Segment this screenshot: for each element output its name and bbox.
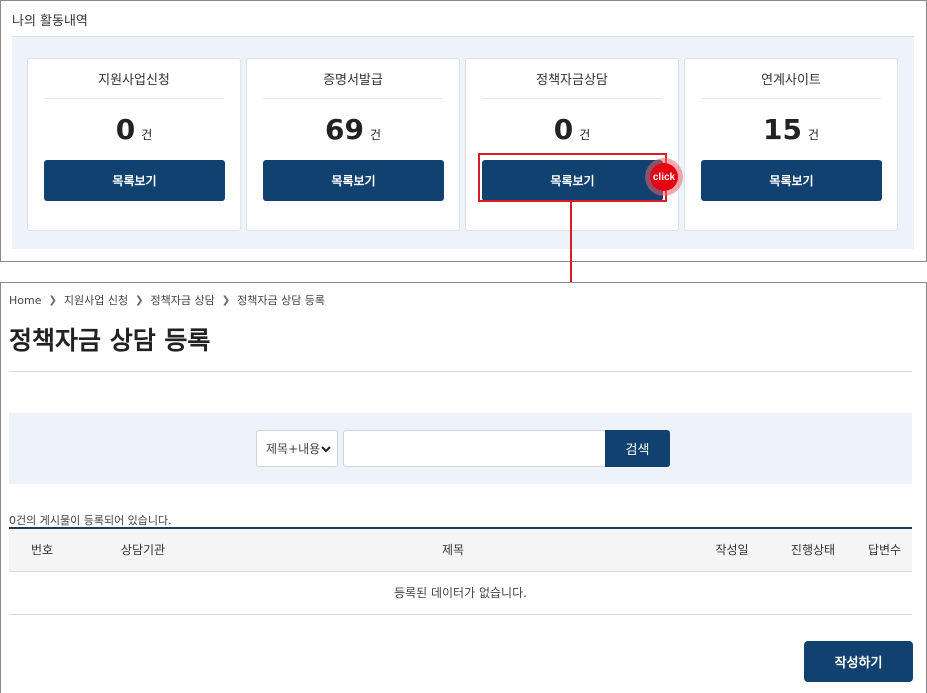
card-certificate: 증명서발급 69 건 목록보기 xyxy=(246,58,460,231)
card-count-number: 69 xyxy=(324,113,364,146)
search-input[interactable] xyxy=(343,430,606,467)
column-header-number: 번호 xyxy=(30,543,54,557)
breadcrumb-support-application[interactable]: 지원사업 신청 xyxy=(64,292,128,308)
search-type-value: 제목+내용 xyxy=(266,442,321,456)
chevron-down-icon xyxy=(321,446,331,453)
table-header: 번호 상담기관 제목 작성일 진행상태 답변수 xyxy=(9,527,912,572)
chevron-right-icon: ❯ xyxy=(48,294,57,306)
column-header-answers: 답변수 xyxy=(867,543,902,557)
search-type-select[interactable]: 제목+내용 xyxy=(256,430,338,467)
chevron-right-icon: ❯ xyxy=(221,294,231,306)
card-title: 연계사이트 xyxy=(701,69,881,99)
breadcrumb: Home ❯ 지원사업 신청 ❯ 정책자금 상담 ❯ 정책자금 상담 등록 xyxy=(9,292,325,308)
post-count-text: 0건의 게시물이 등록되어 있습니다. xyxy=(9,514,172,527)
card-count-number: 15 xyxy=(762,113,802,146)
card-count: 69 건 xyxy=(247,113,459,146)
column-header-institution: 상담기관 xyxy=(120,543,166,557)
column-header-title: 제목 xyxy=(441,543,465,557)
card-list-button[interactable]: 목록보기 xyxy=(701,160,882,201)
consult-table: 번호 상담기관 제목 작성일 진행상태 답변수 등록된 데이터가 없습니다. xyxy=(9,527,912,615)
activity-panel: 나의 활동내역 지원사업신청 0건 목록보기 증명서발급 69 건 목록보기 정책… xyxy=(0,0,927,262)
card-title: 지원사업신청 xyxy=(44,69,224,99)
search-button[interactable]: 검색 xyxy=(605,430,670,467)
breadcrumb-home[interactable]: Home xyxy=(9,294,41,307)
title-divider xyxy=(9,371,912,372)
card-title: 증명서발급 xyxy=(263,69,443,99)
consult-register-page: Home ❯ 지원사업 신청 ❯ 정책자금 상담 ❯ 정책자금 상담 등록 정책… xyxy=(0,282,927,693)
column-header-date: 작성일 xyxy=(715,543,749,557)
click-indicator: click xyxy=(650,163,678,191)
activity-cards-area: 지원사업신청 0건 목록보기 증명서발급 69 건 목록보기 정책자금상담 0건 … xyxy=(12,36,914,249)
card-count: 0건 xyxy=(466,113,678,146)
card-count-number: 0 xyxy=(115,113,136,146)
card-list-button[interactable]: 목록보기 xyxy=(482,160,663,201)
card-count-unit: 건 xyxy=(141,128,153,142)
card-policy-fund-consult: 정책자금상담 0건 목록보기 xyxy=(465,58,679,231)
table-empty-message: 등록된 데이터가 없습니다. xyxy=(9,572,912,615)
search-box: 제목+내용 검색 xyxy=(9,413,912,484)
card-linked-sites: 연계사이트 15 건 목록보기 xyxy=(684,58,898,231)
card-count-number: 0 xyxy=(553,113,574,146)
card-count: 15 건 xyxy=(685,113,897,146)
write-button[interactable]: 작성하기 xyxy=(804,641,913,682)
chevron-right-icon: ❯ xyxy=(135,294,144,306)
breadcrumb-policy-fund-consult[interactable]: 정책자금 상담 xyxy=(150,292,214,308)
breadcrumb-current: 정책자금 상담 등록 xyxy=(237,294,326,307)
column-header-status: 진행상태 xyxy=(790,543,836,557)
card-list-button[interactable]: 목록보기 xyxy=(263,160,444,201)
card-list-button[interactable]: 목록보기 xyxy=(44,160,225,201)
page-title: 정책자금 상담 등록 xyxy=(9,326,211,355)
card-count-unit: 건 xyxy=(807,128,819,142)
card-support-application: 지원사업신청 0건 목록보기 xyxy=(27,58,241,231)
card-title: 정책자금상담 xyxy=(482,69,662,99)
card-count-unit: 건 xyxy=(579,128,591,142)
card-count: 0건 xyxy=(28,113,240,146)
card-count-unit: 건 xyxy=(369,128,381,142)
activity-title: 나의 활동내역 xyxy=(12,14,88,29)
